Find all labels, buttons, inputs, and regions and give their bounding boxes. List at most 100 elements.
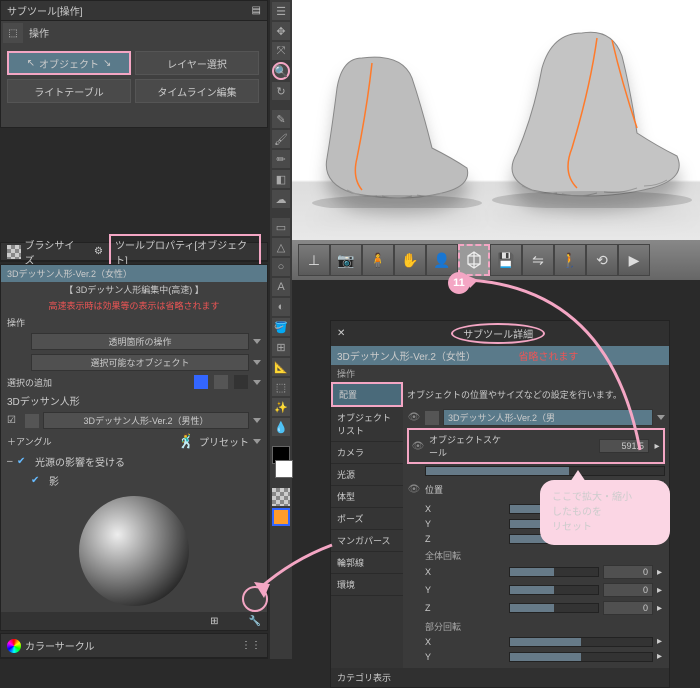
eye-icon[interactable]: 👁 xyxy=(407,412,421,423)
chevron-down-icon[interactable] xyxy=(253,418,261,423)
annotation-badge-11: 11 xyxy=(448,272,470,294)
preset-icon[interactable]: 🕺 xyxy=(178,433,195,450)
tool-move[interactable]: ✥ xyxy=(272,22,290,40)
doll-section-label: 3Dデッサン人形 xyxy=(7,393,80,408)
tool-frame[interactable]: ⊞ xyxy=(272,338,290,356)
tool-menu[interactable]: ☰ xyxy=(272,2,290,20)
canvas-viewport[interactable] xyxy=(292,0,700,240)
accent-color-swatch[interactable] xyxy=(272,508,290,526)
chevron-down-icon[interactable] xyxy=(253,360,261,365)
tool-pen[interactable]: ✎ xyxy=(272,110,290,128)
tool-property-panel: 3Dデッサン人形-Ver.2（女性） 【 3Dデッサン人形編集中(高速) 】 高… xyxy=(0,264,268,631)
reset-pose-icon[interactable]: ⟲ xyxy=(586,244,618,276)
chevron-down-icon[interactable] xyxy=(253,339,261,344)
operation-tab-icon[interactable]: ⬚ xyxy=(3,23,23,43)
eye-icon[interactable]: 👁 xyxy=(411,441,425,452)
tool-zoom[interactable]: 🔍 xyxy=(272,62,290,80)
camera-icon[interactable]: 📷 xyxy=(330,244,362,276)
category-object-list[interactable]: オブジェクトリスト xyxy=(331,407,403,442)
timeline-edit-button[interactable]: タイムライン編集 xyxy=(135,79,259,103)
chevron-down-icon[interactable] xyxy=(657,415,665,420)
panel-menu-icon[interactable]: ⊞ xyxy=(210,616,218,627)
category-environment[interactable]: 環境 xyxy=(331,574,403,596)
category-outline[interactable]: 輪郭線 xyxy=(331,552,403,574)
tool-wand[interactable]: ✨ xyxy=(272,398,290,416)
rot-z-value[interactable]: 0 xyxy=(603,601,653,615)
tool-gradient[interactable]: ◐ xyxy=(272,298,290,316)
preset-label[interactable]: プリセット xyxy=(199,434,249,449)
ground-icon[interactable]: ⊥ xyxy=(298,244,330,276)
object-dropdown[interactable]: 3Dデッサン人形-Ver.2（男 xyxy=(443,409,653,426)
position-label: 位置 xyxy=(425,483,505,496)
tool-text[interactable]: A xyxy=(272,278,290,296)
category-light[interactable]: 光源 xyxy=(331,464,403,486)
tool-ellipse[interactable]: ○ xyxy=(272,258,290,276)
tool-eraser[interactable]: ◧ xyxy=(272,170,290,188)
subtool-detail-title: サブツール詳細 xyxy=(451,323,545,344)
panel-grip-icon[interactable]: ⋮⋮ xyxy=(241,640,261,651)
tool-rect[interactable]: ▭ xyxy=(272,218,290,236)
tool-blend[interactable]: ☁ xyxy=(272,190,290,208)
light-table-button[interactable]: ライトテーブル xyxy=(7,79,131,103)
tool-brush[interactable]: 🖌 xyxy=(272,130,290,148)
object-subtool-button[interactable]: ↖オブジェクト↘ xyxy=(7,51,131,75)
toolprop-info: 【 3Dデッサン人形編集中(高速) 】 xyxy=(1,282,267,297)
category-pose[interactable]: ポーズ xyxy=(331,508,403,530)
partial-rotation-label: 部分回転 xyxy=(407,617,665,634)
swatch-dark[interactable] xyxy=(234,375,248,389)
tool-ruler[interactable]: 📐 xyxy=(272,358,290,376)
pos-y-label: Y xyxy=(425,519,505,529)
tool-select[interactable]: ⬚ xyxy=(272,378,290,396)
light-effect-label[interactable]: 光源の影響を受ける xyxy=(35,454,125,469)
flip-icon[interactable]: ⇋ xyxy=(522,244,554,276)
body-shape-icon[interactable]: 👤 xyxy=(426,244,458,276)
operation-mini-label: 操作 xyxy=(331,365,669,382)
prot-x-slider[interactable] xyxy=(509,637,653,647)
tool-eyedrop[interactable]: 💧 xyxy=(272,418,290,436)
next-icon[interactable]: ▶ xyxy=(618,244,650,276)
reset-scale-button[interactable] xyxy=(458,244,490,276)
doll-icon xyxy=(25,414,39,428)
stepper-icon[interactable]: ▸ xyxy=(653,441,661,452)
brush-size-panel: ブラシサイズ ⚙ ツールプロパティ[オブジェクト] xyxy=(0,242,268,262)
register-material-icon[interactable]: 💾 xyxy=(490,244,522,276)
tool-marker[interactable]: ✏ xyxy=(272,150,290,168)
rot-z-slider[interactable] xyxy=(509,603,599,613)
transparent-swatch[interactable] xyxy=(272,488,290,506)
category-footer[interactable]: カテゴリ表示 xyxy=(331,668,669,687)
mannequin-icon[interactable]: 🚶 xyxy=(554,244,586,276)
tool-pan[interactable]: ⤧ xyxy=(272,42,290,60)
tool-rotate[interactable]: ↻ xyxy=(272,82,290,100)
transparent-operation-dropdown[interactable]: 透明箇所の操作 xyxy=(31,333,249,350)
wrench-icon[interactable]: 🔧 xyxy=(249,616,261,627)
tool-fill[interactable]: 🪣 xyxy=(272,318,290,336)
background-color-swatch[interactable] xyxy=(275,460,293,478)
tool-shape[interactable]: △ xyxy=(272,238,290,256)
rot-y-value[interactable]: 0 xyxy=(603,583,653,597)
rot-x-slider[interactable] xyxy=(509,567,599,577)
layer-select-button[interactable]: レイヤー選択 xyxy=(135,51,259,75)
object-scale-value[interactable]: 591.5 xyxy=(599,439,649,453)
swatch-gray[interactable] xyxy=(214,375,228,389)
close-icon[interactable]: ▤ xyxy=(252,5,261,16)
prot-y-slider[interactable] xyxy=(509,652,653,662)
category-camera[interactable]: カメラ xyxy=(331,442,403,464)
toolprop-warning: 高速表示時は効果等の表示は省略されます xyxy=(1,297,267,314)
rot-y-slider[interactable] xyxy=(509,585,599,595)
subtool-detail-close-icon[interactable]: ✕ xyxy=(337,328,345,339)
swatch-blue[interactable] xyxy=(194,375,208,389)
scale-slider[interactable] xyxy=(425,466,665,476)
category-placement[interactable]: 配置 xyxy=(331,382,403,407)
eye-icon[interactable]: 👁 xyxy=(407,484,421,495)
hand-pose-icon[interactable]: ✋ xyxy=(394,244,426,276)
chevron-down-icon[interactable] xyxy=(253,380,261,385)
operation-tab-label[interactable]: 操作 xyxy=(25,21,53,45)
chevron-down-icon[interactable] xyxy=(253,439,261,444)
selectable-object-dropdown[interactable]: 選択可能なオブジェクト xyxy=(31,354,249,371)
category-manga-perspective[interactable]: マンガパース xyxy=(331,530,403,552)
rot-x-value[interactable]: 0 xyxy=(603,565,653,579)
category-body[interactable]: 体型 xyxy=(331,486,403,508)
shadow-label[interactable]: 影 xyxy=(49,473,59,488)
pose-icon[interactable]: 🧍 xyxy=(362,244,394,276)
doll-name-dropdown[interactable]: 3Dデッサン人形-Ver.2（男性） xyxy=(43,412,249,429)
